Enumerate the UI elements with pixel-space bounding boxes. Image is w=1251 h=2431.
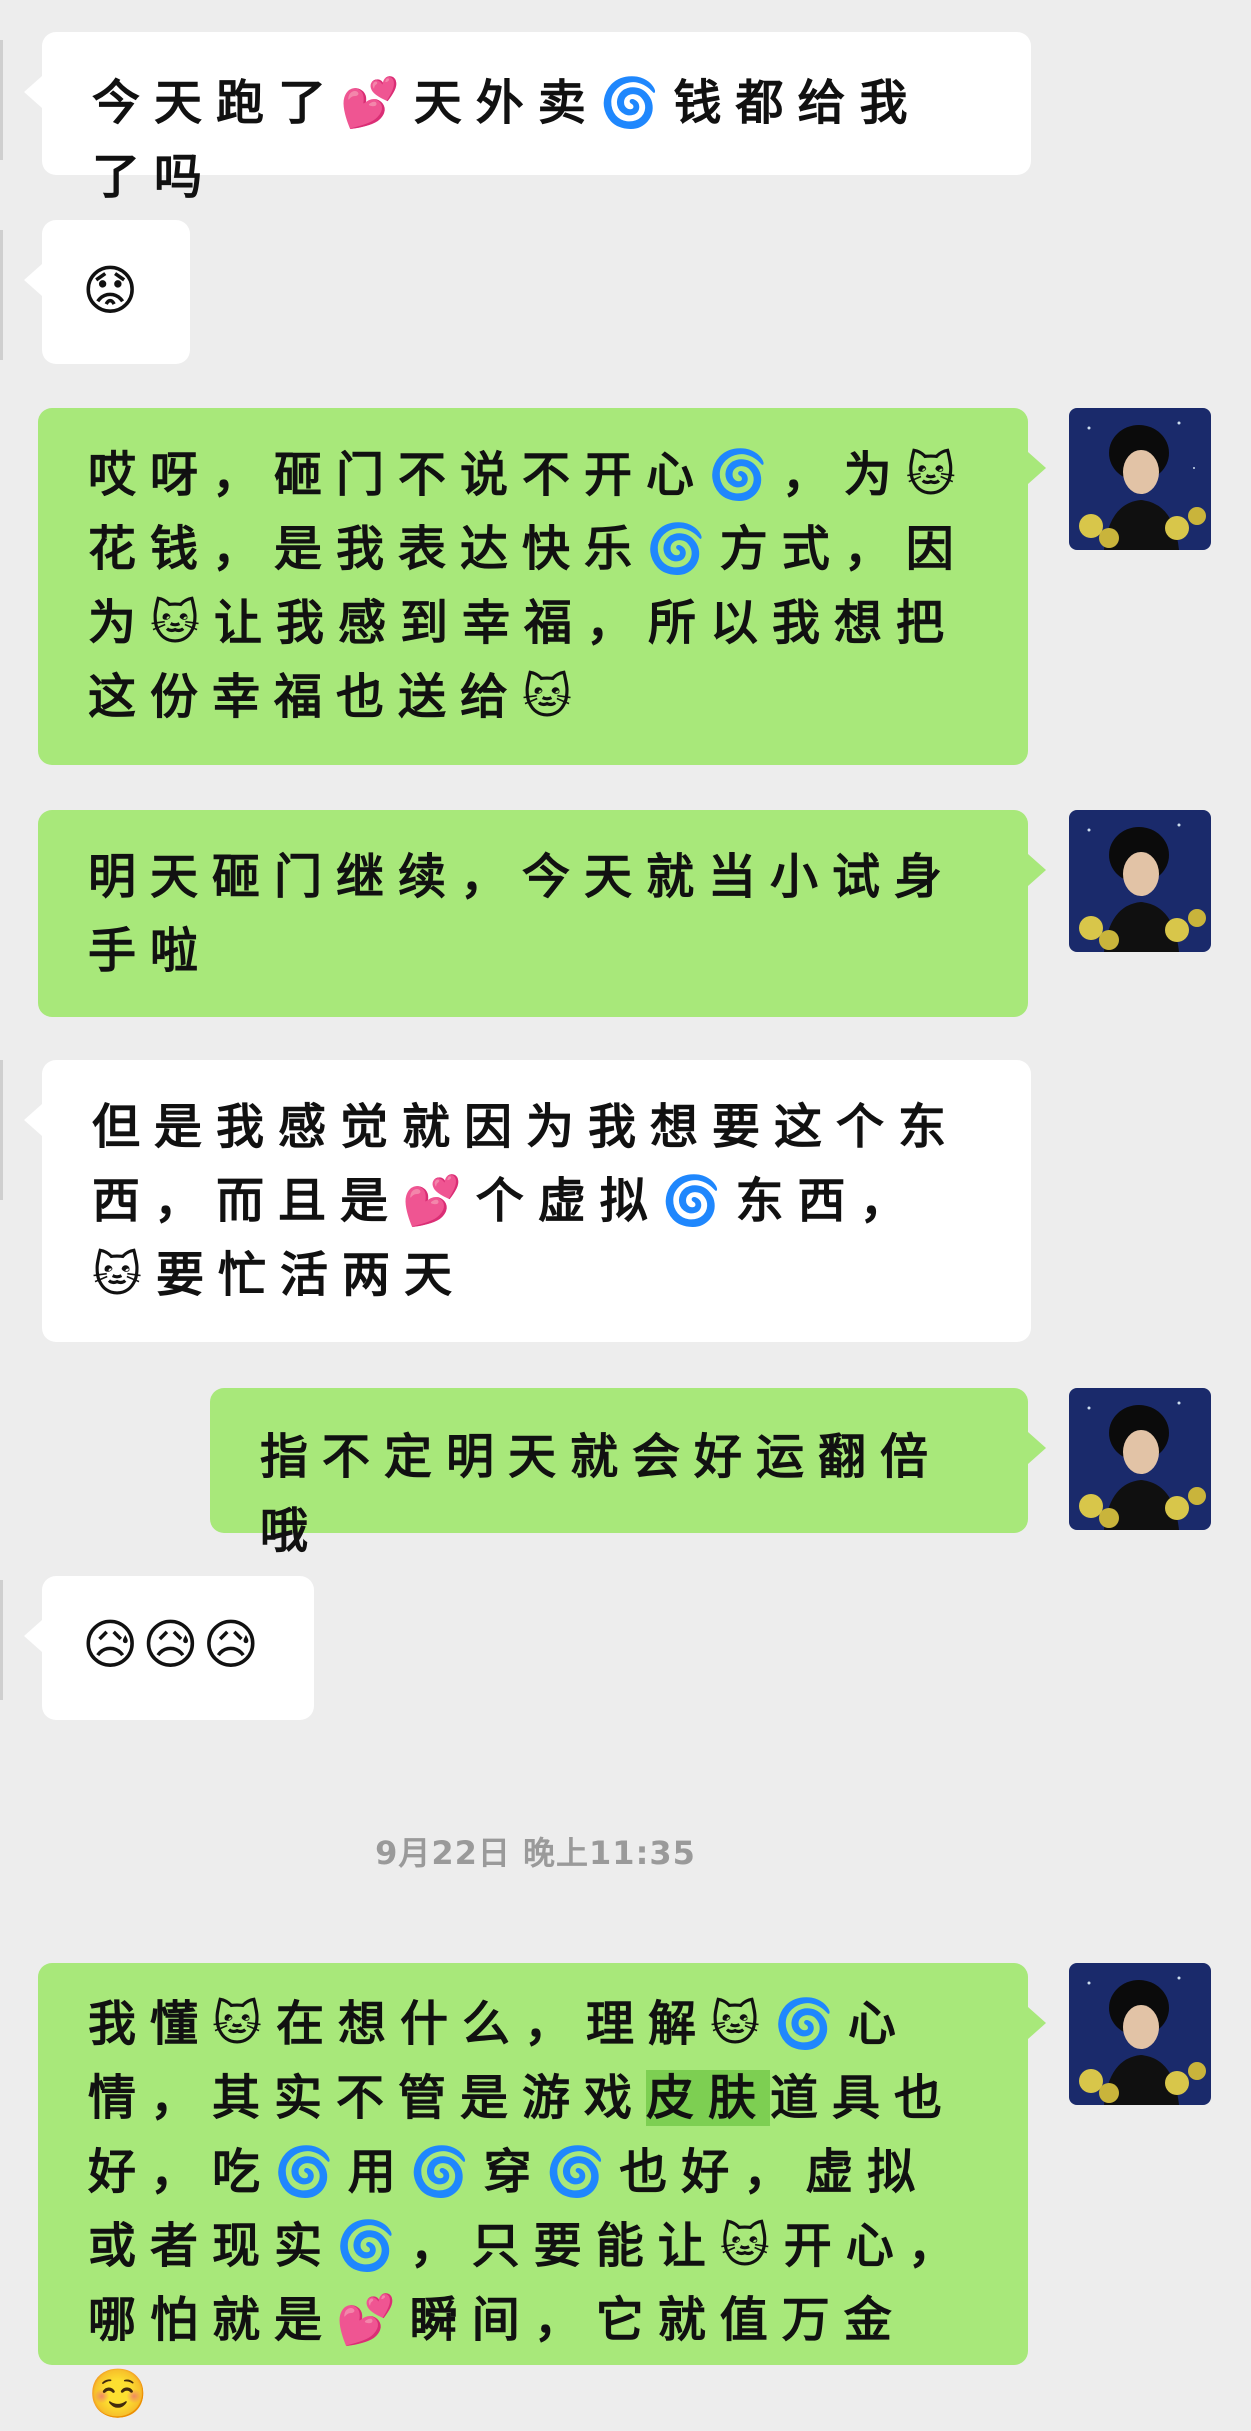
- message-bubble-sent[interactable]: 哎呀，砸门不说不开心🌀，为🐱花钱，是我表达快乐🌀方式，因为🐱让我感到幸福，所以我…: [38, 408, 1046, 765]
- message-emoji: 😥😥😥: [82, 1613, 263, 1676]
- message-bubble-received[interactable]: 😥😥😥: [24, 1576, 314, 1720]
- avatar-image: [1069, 810, 1211, 952]
- highlighted-text[interactable]: 皮肤: [646, 2070, 771, 2126]
- message-bubble-received[interactable]: 但是我感觉就因为我想要这个东西，而且是💕个虚拟🌀东西，🐱要忙活两天: [24, 1060, 1031, 1342]
- avatar[interactable]: [1069, 810, 1211, 952]
- message-text: 哎呀，砸门不说不开心🌀，为🐱花钱，是我表达快乐🌀方式，因为🐱让我感到幸福，所以我…: [88, 447, 970, 725]
- left-edge-divider: [0, 1580, 3, 1700]
- message-text: 今天跑了💕天外卖🌀钱都给我了吗: [92, 75, 922, 205]
- avatar-image: [1069, 1963, 1211, 2105]
- avatar[interactable]: [1069, 1388, 1211, 1530]
- message-text: 明天砸门继续，今天就当小试身手啦: [88, 849, 957, 979]
- message-bubble-sent[interactable]: 指不定明天就会好运翻倍哦: [210, 1388, 1046, 1559]
- avatar[interactable]: [1069, 1963, 1211, 2105]
- avatar[interactable]: [1069, 408, 1211, 550]
- left-edge-divider: [0, 40, 3, 160]
- message-bubble-received[interactable]: 😟: [24, 220, 190, 364]
- message-text: 但是我感觉就因为我想要这个东西，而且是💕个虚拟🌀东西，🐱要忙活两天: [92, 1099, 961, 1303]
- message-bubble-received[interactable]: 今天跑了💕天外卖🌀钱都给我了吗: [24, 32, 1031, 205]
- message-bubble-sent[interactable]: 我懂🐱在想什么，理解🐱🌀心情，其实不管是游戏皮肤道具也好，吃🌀用🌀穿🌀也好，虚拟…: [38, 1963, 1046, 2422]
- left-edge-divider: [0, 1060, 3, 1200]
- avatar-image: [1069, 1388, 1211, 1530]
- message-text: 指不定明天就会好运翻倍哦: [260, 1429, 943, 1559]
- left-edge-divider: [0, 230, 3, 360]
- message-bubble-sent[interactable]: 明天砸门继续，今天就当小试身手啦: [38, 810, 1046, 1017]
- avatar-image: [1069, 408, 1211, 550]
- chat-timestamp: 9月22日 晚上11:35: [375, 1834, 696, 1872]
- message-emoji: 😟: [82, 259, 143, 322]
